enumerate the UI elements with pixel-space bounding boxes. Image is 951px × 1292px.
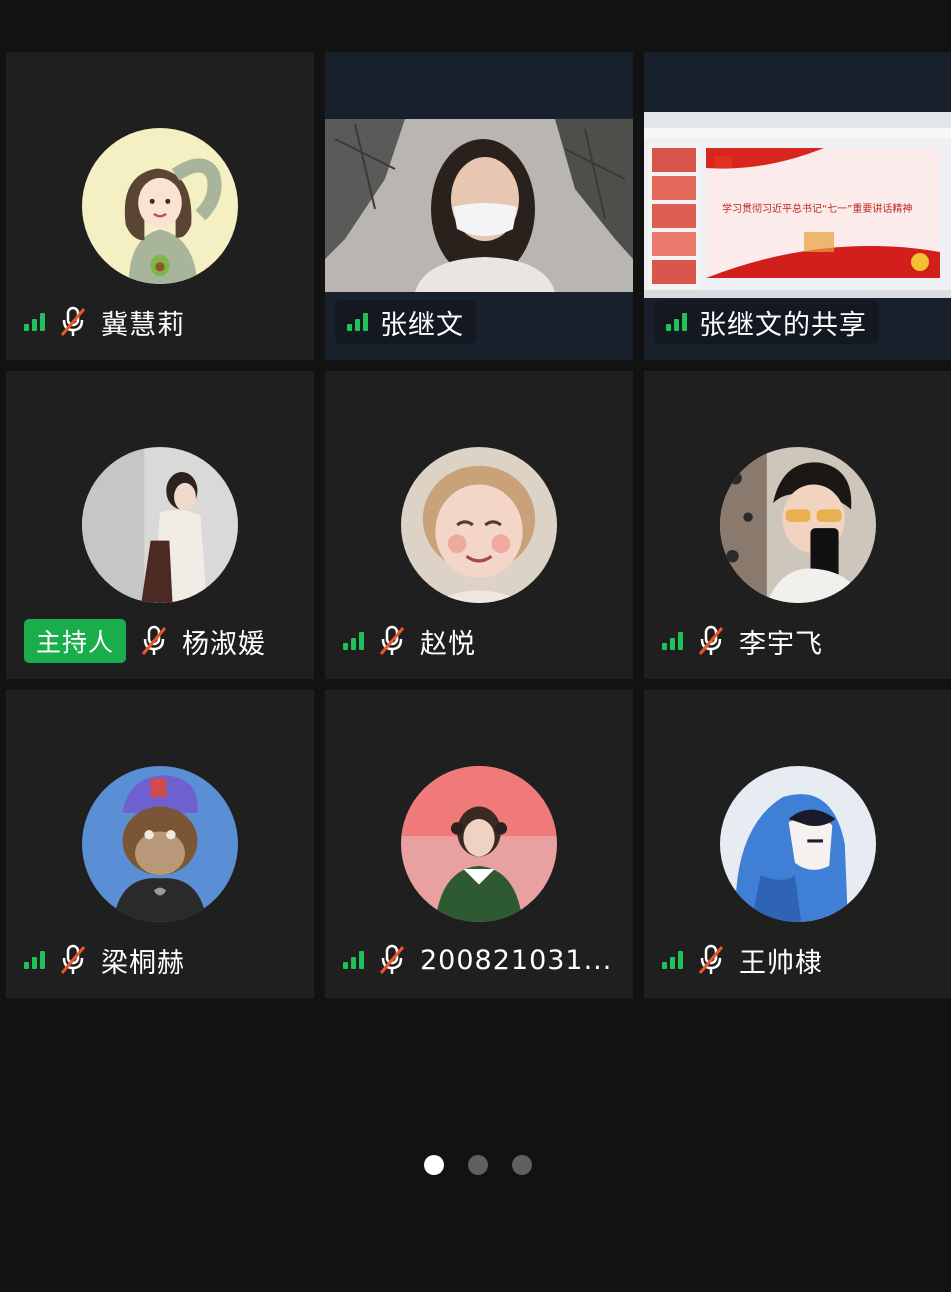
participant-name: 王帅棣	[739, 947, 823, 979]
shared-screen: 学习贯彻习近平总书记“七一”重要讲话精神	[644, 112, 951, 298]
microphone-muted-icon[interactable]	[695, 624, 727, 658]
participant-tile[interactable]: 李宇飞	[644, 371, 951, 679]
signal-strength-icon	[662, 951, 683, 969]
avatar	[82, 766, 238, 922]
participant-namebar: 200821031...	[343, 938, 612, 982]
participant-name: 李宇飞	[739, 628, 823, 660]
signal-strength-icon	[666, 313, 687, 331]
participant-namebar: 王帅棣	[662, 938, 823, 982]
participant-tile[interactable]: 赵悦	[325, 371, 633, 679]
signal-strength-icon	[24, 951, 45, 969]
participant-namebar: 张继文的共享	[654, 300, 879, 344]
participant-tile[interactable]: 主持人 杨淑媛	[6, 371, 314, 679]
microphone-muted-icon[interactable]	[376, 624, 408, 658]
page-dot-1[interactable]	[424, 1155, 444, 1175]
page-indicator	[424, 1155, 532, 1175]
participant-namebar: 主持人 杨淑媛	[24, 619, 266, 663]
participant-tile-video[interactable]: 张继文	[325, 52, 633, 360]
slide-title: 学习贯彻习近平总书记“七一”重要讲话精神	[722, 204, 913, 215]
microphone-muted-icon[interactable]	[138, 624, 170, 658]
participant-namebar: 赵悦	[343, 619, 476, 663]
participant-tile[interactable]: 梁桐赫	[6, 690, 314, 998]
microphone-muted-icon[interactable]	[376, 943, 408, 977]
signal-strength-icon	[347, 313, 368, 331]
participant-name: 张继文	[380, 309, 464, 341]
avatar	[720, 766, 876, 922]
participant-name: 赵悦	[420, 628, 476, 660]
microphone-muted-icon[interactable]	[57, 305, 89, 339]
avatar	[720, 447, 876, 603]
participant-namebar: 李宇飞	[662, 619, 823, 663]
participant-tile[interactable]: 200821031...	[325, 690, 633, 998]
participant-namebar: 张继文	[335, 300, 476, 344]
participant-tile[interactable]: 王帅棣	[644, 690, 951, 998]
participant-name: 冀慧莉	[101, 309, 185, 341]
participant-name: 张继文的共享	[699, 309, 867, 341]
avatar	[82, 447, 238, 603]
participant-name: 200821031...	[420, 944, 613, 976]
avatar	[401, 447, 557, 603]
signal-strength-icon	[662, 632, 683, 650]
camera-video	[325, 119, 633, 292]
screen-share-tile[interactable]: 学习贯彻习近平总书记“七一”重要讲话精神 张继文的共享	[644, 52, 951, 360]
signal-strength-icon	[24, 313, 45, 331]
signal-strength-icon	[343, 951, 364, 969]
microphone-muted-icon[interactable]	[695, 943, 727, 977]
avatar	[82, 128, 238, 284]
page-dot-2[interactable]	[468, 1155, 488, 1175]
participant-name: 梁桐赫	[101, 947, 185, 979]
participant-name: 杨淑媛	[182, 628, 267, 660]
participant-namebar: 梁桐赫	[24, 938, 185, 982]
participant-namebar: 冀慧莉	[24, 300, 185, 344]
avatar	[401, 766, 557, 922]
participant-tile[interactable]: 冀慧莉	[6, 52, 314, 360]
microphone-muted-icon[interactable]	[57, 943, 89, 977]
page-dot-3[interactable]	[512, 1155, 532, 1175]
host-badge: 主持人	[24, 619, 127, 663]
signal-strength-icon	[343, 632, 364, 650]
